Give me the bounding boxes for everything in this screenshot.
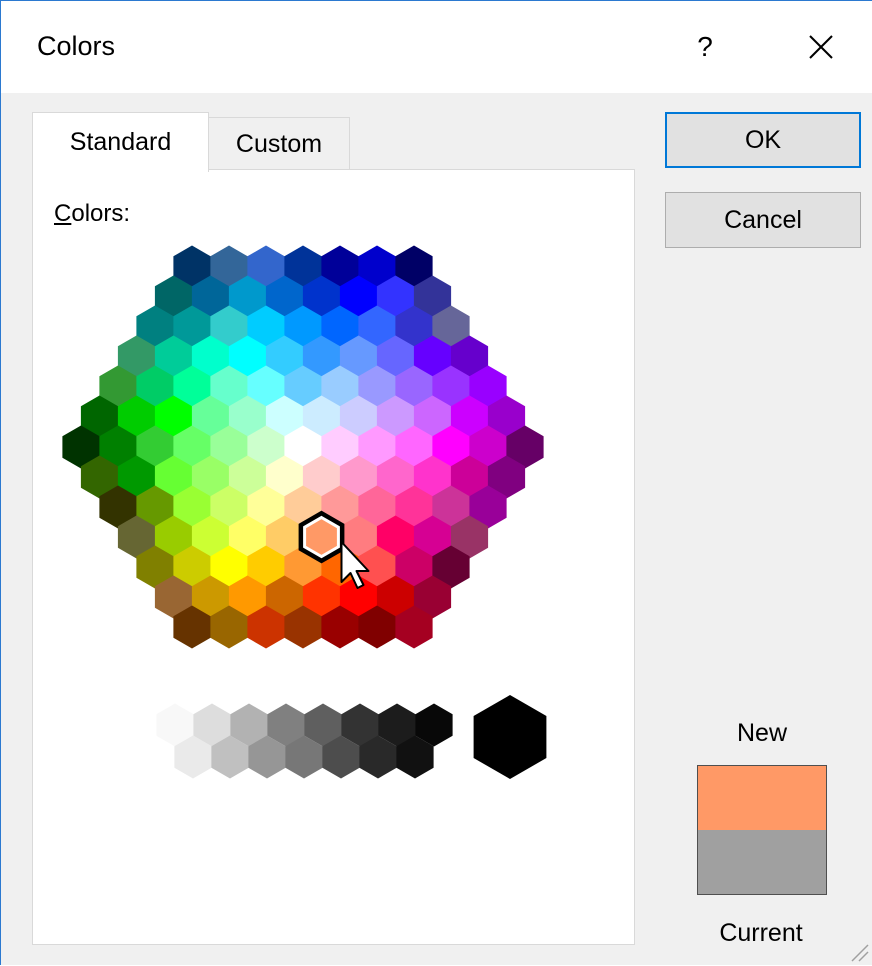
black-swatch[interactable] (473, 695, 547, 779)
colors-dialog: Colors ? Standard Custom Colors: OK Canc… (0, 0, 872, 965)
color-palette (62, 245, 547, 779)
